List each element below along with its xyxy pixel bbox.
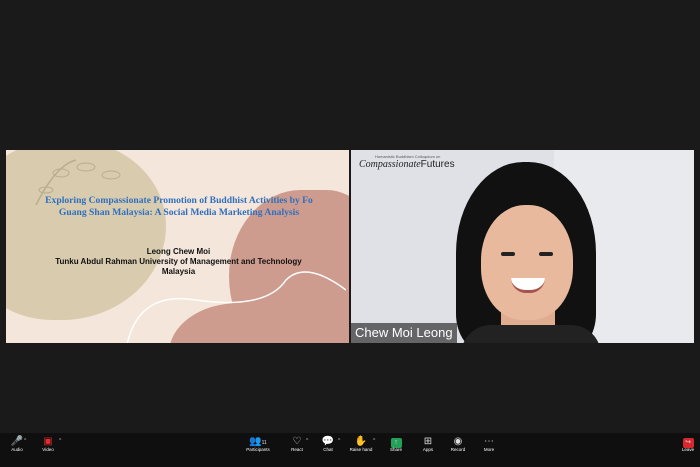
event-logo-main: Compassionate <box>359 159 421 170</box>
raise-hand-options-chevron-icon[interactable]: ^ <box>373 438 375 444</box>
apps-label: Apps <box>422 447 434 452</box>
leave-icon: ↪ <box>671 436 700 448</box>
event-logo-title: CompassionateFutures <box>359 159 455 170</box>
participants-button[interactable]: 👥11 Participants <box>241 436 275 452</box>
participant-video[interactable]: Humanistic Buddhism Colloquium on Compas… <box>351 150 694 343</box>
apps-icon: ⊞ <box>423 436 433 447</box>
participant-name: Chew Moi Leong <box>351 323 457 343</box>
record-button[interactable]: ◉ Record <box>441 436 475 452</box>
audio-options-chevron-icon[interactable]: ^ <box>24 438 26 444</box>
raise-hand-label: Raise hand <box>349 447 373 452</box>
slide-affiliation: Tunku Abdul Rahman University of Managem… <box>55 257 302 266</box>
meeting-toolbar: 🎤 Audio ^ ▣ Video ^ 👥11 Participants ♡ R… <box>0 433 700 467</box>
slide-country: Malaysia <box>161 267 196 276</box>
slide-author-block: Leong Chew Moi Tunku Abdul Rahman Univer… <box>26 247 331 277</box>
microphone-muted-icon: 🎤 <box>10 436 24 447</box>
record-label: Record <box>450 447 466 452</box>
share-screen-icon: ↑ <box>379 436 413 448</box>
event-logo: Humanistic Buddhism Colloquium on Compas… <box>359 154 455 170</box>
react-options-chevron-icon[interactable]: ^ <box>306 438 308 444</box>
video-label: Video <box>42 447 54 452</box>
video-options-chevron-icon[interactable]: ^ <box>59 438 61 444</box>
more-button[interactable]: ⋯ More <box>472 436 506 452</box>
shared-slide: Exploring Compassionate Promotion of Bud… <box>6 150 349 343</box>
heart-icon: ♡ <box>292 436 302 447</box>
speaker-eye <box>539 252 553 256</box>
more-label: More <box>483 447 495 452</box>
slide-title: Exploring Compassionate Promotion of Bud… <box>24 195 334 219</box>
leave-label: Leave <box>681 447 695 452</box>
share-label: Share <box>389 447 402 452</box>
speaker-face <box>481 205 573 320</box>
audio-label: Audio <box>11 447 23 452</box>
chat-options-chevron-icon[interactable]: ^ <box>338 438 340 444</box>
more-icon: ⋯ <box>484 436 494 447</box>
speaker-eye <box>501 252 515 256</box>
chat-label: Chat <box>323 447 333 452</box>
apps-button[interactable]: ⊞ Apps <box>411 436 445 452</box>
record-icon: ◉ <box>453 436 463 447</box>
participants-count: 11 <box>261 440 267 446</box>
speaker-clothing <box>461 325 601 343</box>
react-label: React <box>291 447 303 452</box>
curve-decor-icon <box>126 271 346 343</box>
slide-title-line: Exploring Compassionate Promotion of Bud… <box>45 195 313 206</box>
participants-icon: 👥11 <box>249 436 267 447</box>
leave-button[interactable]: ↪ Leave <box>671 436 700 452</box>
slide-title-line: Guang Shan Malaysia: A Social Media Mark… <box>58 207 300 218</box>
react-button[interactable]: ♡ React <box>280 436 314 452</box>
participants-label: Participants <box>246 447 270 452</box>
audio-button[interactable]: 🎤 Audio <box>0 436 34 452</box>
share-button[interactable]: ↑ Share <box>379 436 413 452</box>
slide-author: Leong Chew Moi <box>146 247 211 256</box>
event-logo-suffix: Futures <box>420 159 455 170</box>
